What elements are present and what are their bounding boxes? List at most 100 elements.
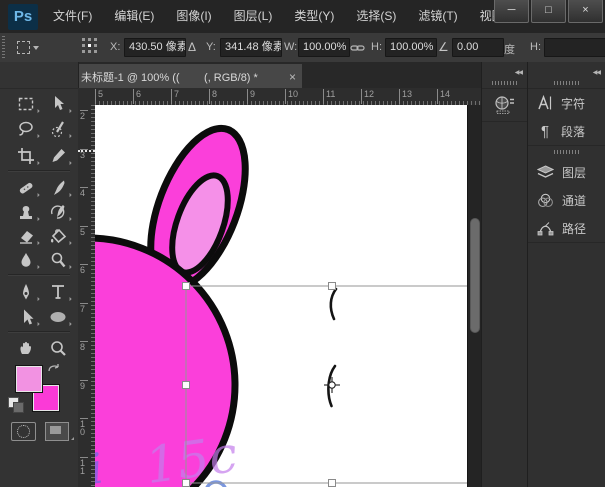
expand-panels-icon[interactable]: ◀◀	[515, 69, 522, 77]
swap-colors-icon[interactable]	[46, 362, 64, 376]
dock-grip[interactable]	[554, 150, 580, 154]
tab-close-icon[interactable]: ×	[289, 70, 296, 84]
link-dimensions-icon[interactable]	[350, 43, 365, 53]
scrollbar-thumb[interactable]	[470, 218, 480, 333]
tool-paint-bucket[interactable]	[44, 224, 72, 247]
width-label: W:	[284, 41, 297, 53]
h-ruler-number: 12	[361, 89, 374, 104]
panel-label: 字符	[561, 95, 585, 112]
v-ruler-number: 2	[80, 110, 88, 120]
tool-rectangular-marquee[interactable]	[12, 92, 40, 115]
channels-panel-icon	[537, 193, 554, 208]
character-panel-icon	[537, 95, 553, 111]
tool-spot-healing-brush[interactable]	[12, 176, 40, 199]
tool-history-brush[interactable]	[44, 200, 72, 223]
tool-hand[interactable]	[12, 336, 40, 359]
tool-divider	[8, 170, 70, 172]
x-label: X:	[110, 41, 120, 53]
quick-mask-mode-button[interactable]	[11, 422, 36, 441]
document-canvas[interactable]: li 15c	[95, 105, 467, 487]
minimize-button[interactable]: ─	[494, 0, 529, 23]
height-label: H:	[371, 41, 382, 53]
options-bar-grip[interactable]	[2, 36, 5, 59]
panel-button-channels[interactable]: 通道	[528, 186, 605, 214]
default-colors-icon[interactable]	[8, 397, 19, 408]
tool-path-selection[interactable]	[12, 305, 40, 328]
menu-type[interactable]: 类型(Y)	[283, 0, 345, 33]
tool-divider	[8, 331, 70, 333]
panel-button-3d[interactable]	[482, 89, 528, 122]
tool-move[interactable]	[44, 92, 72, 115]
transform-handle-top-center[interactable]	[329, 283, 336, 290]
panel-button-paths[interactable]: 路径	[528, 214, 605, 242]
tool-ellipse-shape[interactable]	[44, 305, 72, 328]
transform-handle-top-left[interactable]	[183, 283, 190, 290]
dock-grip[interactable]	[554, 81, 580, 85]
h-ruler-number: 6	[133, 89, 141, 104]
v-ruler-number: 10	[80, 418, 88, 436]
v-ruler[interactable]: 234567891011	[78, 105, 96, 487]
tool-brush[interactable]	[44, 176, 72, 199]
x-position-field[interactable]: 430.50 像素	[124, 38, 186, 57]
panel-button-layers[interactable]: 图层	[528, 158, 605, 186]
ruler-corner[interactable]	[78, 88, 96, 106]
tool-clone-stamp[interactable]	[12, 200, 40, 223]
y-position-field[interactable]: 341.48 像素	[220, 38, 282, 57]
h-skew-field[interactable]	[544, 38, 605, 57]
menu-file[interactable]: 文件(F)	[42, 0, 103, 33]
tool-type[interactable]	[44, 280, 72, 303]
h-ruler[interactable]: 567891011121314	[95, 88, 481, 106]
v-ruler-number: 6	[80, 264, 88, 274]
dock-grip[interactable]	[492, 81, 518, 85]
h-ruler-number: 13	[399, 89, 412, 104]
menu-select[interactable]: 选择(S)	[345, 0, 407, 33]
vertical-scrollbar[interactable]	[467, 105, 482, 487]
screen-mode-button[interactable]	[45, 422, 69, 441]
dock-wide: ◀◀ 字符 ¶ 段落 图层 通道	[527, 62, 605, 487]
transform-handle-middle-left[interactable]	[183, 382, 190, 389]
close-button[interactable]: ×	[568, 0, 603, 23]
transform-tool-preset-button[interactable]	[14, 38, 53, 57]
reference-point-locator[interactable]	[82, 38, 99, 55]
tool-crop[interactable]	[12, 144, 40, 167]
3d-panel-icon	[494, 95, 516, 115]
tool-divider	[8, 274, 70, 276]
tools-panel	[0, 62, 79, 487]
panel-label: 通道	[562, 192, 586, 209]
transform-reference-point[interactable]	[324, 377, 340, 393]
menu-edit[interactable]: 编辑(E)	[103, 0, 165, 33]
dock-group-divider	[528, 242, 605, 255]
tool-zoom[interactable]	[44, 336, 72, 359]
menu-filter[interactable]: 滤镜(T)	[407, 0, 468, 33]
document-tab[interactable]: 未标题-1 @ 100% (( (, RGB/8) * ×	[72, 64, 302, 90]
height-field[interactable]: 100.00%	[385, 38, 437, 57]
menu-layer[interactable]: 图层(L)	[223, 0, 284, 33]
tool-lasso[interactable]	[12, 117, 40, 140]
transform-handle-bottom-center[interactable]	[329, 480, 336, 487]
panel-button-paragraph[interactable]: ¶ 段落	[528, 117, 605, 145]
dock-group-divider	[528, 145, 605, 158]
menu-image[interactable]: 图像(I)	[165, 0, 222, 33]
panel-label: 段落	[561, 123, 585, 140]
tool-quick-selection[interactable]	[44, 117, 72, 140]
width-field[interactable]: 100.00%	[298, 38, 350, 57]
menu-items: 文件(F) 编辑(E) 图像(I) 图层(L) 类型(Y) 选择(S) 滤镜(T…	[42, 0, 531, 33]
layers-panel-icon	[537, 165, 554, 180]
angle-field[interactable]: 0.00	[452, 38, 504, 57]
tool-blur[interactable]	[12, 248, 40, 271]
tool-pen[interactable]	[12, 280, 40, 303]
foreground-color-swatch[interactable]	[16, 366, 42, 392]
tools-panel-header	[0, 62, 78, 89]
maximize-button[interactable]: □	[531, 0, 566, 23]
tool-dodge[interactable]	[44, 248, 72, 271]
tool-eraser[interactable]	[12, 224, 40, 247]
v-ruler-number: 4	[80, 187, 88, 197]
expand-panels-icon[interactable]: ◀◀	[593, 69, 600, 77]
transform-handle-bottom-left[interactable]	[183, 480, 190, 487]
relative-position-toggle-icon[interactable]: Δ	[188, 40, 196, 54]
options-bar: X: 430.50 像素 Δ Y: 341.48 像素 W: 100.00% H…	[0, 33, 605, 64]
panel-label: 路径	[562, 220, 586, 237]
panel-button-character[interactable]: 字符	[528, 89, 605, 117]
tool-eyedropper[interactable]	[44, 144, 72, 167]
paragraph-panel-icon: ¶	[537, 123, 553, 140]
